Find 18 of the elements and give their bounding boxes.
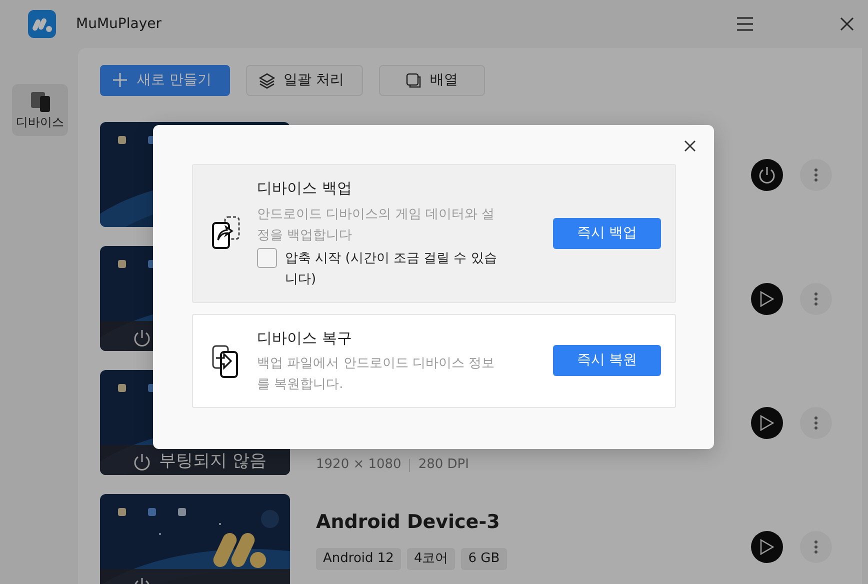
- window-title: MuMuPlayer: [76, 14, 162, 34]
- resolution-text: 1920 × 1080: [316, 456, 402, 474]
- checkbox-label: 압축 시작 (시간이 조금 걸릴 수 있습니다): [285, 250, 497, 288]
- device-name: Android Device-3: [316, 510, 501, 535]
- section-title: 디바이스 백업: [257, 178, 353, 199]
- backup-button[interactable]: 즉시 백업: [553, 218, 661, 249]
- section-description: 안드로이드 디바이스의 게임 데이터와 설정을 백업합니다: [257, 206, 496, 244]
- arrange-button[interactable]: 배열: [378, 65, 485, 96]
- dpi-text: 280 DPI: [418, 456, 469, 474]
- spec-tag: 6 GB: [461, 548, 507, 570]
- section-description: 백업 파일에서 안드로이드 디바이스 정보를 복원합니다.: [257, 355, 496, 394]
- spec-tag: 4코어: [406, 548, 456, 570]
- status-text: 부팅되지 않음: [159, 450, 266, 474]
- section-title: 디바이스 복구: [257, 328, 353, 348]
- spec-tag: Android 12: [316, 548, 401, 570]
- batch-button[interactable]: 일괄 처리: [246, 65, 363, 96]
- restore-button[interactable]: 즉시 복원: [553, 345, 661, 376]
- sidebar-item[interactable]: 디바이스: [12, 84, 68, 136]
